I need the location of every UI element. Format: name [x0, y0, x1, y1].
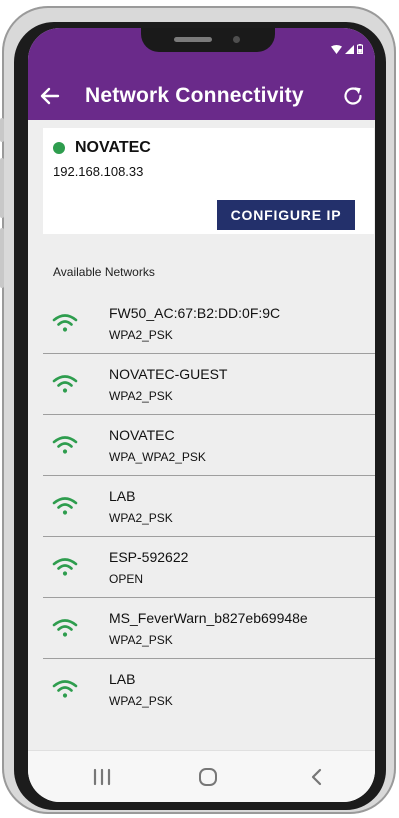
network-list: FW50_AC:67:B2:DD:0F:9C WPA2_PSK NOVATEC-…	[43, 293, 375, 719]
refresh-icon	[344, 87, 362, 105]
network-item[interactable]: FW50_AC:67:B2:DD:0F:9C WPA2_PSK	[43, 293, 375, 354]
network-security: WPA2_PSK	[109, 694, 173, 708]
wifi-icon	[52, 375, 78, 393]
home-icon	[199, 768, 217, 786]
network-item[interactable]: NOVATEC WPA_WPA2_PSK	[43, 415, 375, 476]
wifi-icon	[52, 314, 78, 332]
home-button[interactable]	[197, 766, 219, 788]
wifi-icon	[52, 619, 78, 637]
nav-back-button[interactable]	[306, 766, 328, 788]
recents-button[interactable]	[91, 766, 113, 788]
refresh-button[interactable]	[341, 84, 365, 108]
network-ssid: NOVATEC	[109, 427, 175, 443]
network-ssid: LAB	[109, 671, 136, 687]
network-item[interactable]: MS_FeverWarn_b827eb69948e WPA2_PSK	[43, 598, 375, 659]
network-item[interactable]: LAB WPA2_PSK	[43, 476, 375, 537]
system-nav-bar	[28, 750, 375, 802]
signal-icon	[345, 44, 354, 54]
network-security: WPA2_PSK	[109, 511, 173, 525]
network-security: WPA2_PSK	[109, 328, 173, 342]
status-icons	[331, 44, 363, 54]
wifi-status-icon	[331, 44, 342, 54]
recents-icon	[93, 768, 111, 786]
connected-status-dot	[53, 142, 65, 154]
app-bar: Network Connectivity	[28, 72, 375, 120]
notch	[141, 28, 275, 52]
status-bar	[28, 28, 375, 72]
network-item[interactable]: ESP-592622 OPEN	[43, 537, 375, 598]
network-item[interactable]: NOVATEC-GUEST WPA2_PSK	[43, 354, 375, 415]
battery-icon	[357, 44, 363, 54]
wifi-icon	[52, 680, 78, 698]
camera	[233, 36, 240, 43]
screen: Network Connectivity NOVATEC 192.168.108…	[28, 28, 375, 802]
configure-ip-button[interactable]: CONFIGURE IP	[217, 200, 355, 230]
network-security: WPA_WPA2_PSK	[109, 450, 206, 464]
network-security: WPA2_PSK	[109, 633, 173, 647]
network-security: OPEN	[109, 572, 144, 586]
back-button[interactable]	[38, 84, 62, 108]
page-title: Network Connectivity	[85, 84, 304, 107]
connected-network-card: NOVATEC 192.168.108.33 CONFIGURE IP	[43, 128, 374, 234]
wifi-icon	[52, 558, 78, 576]
connected-ip: 192.168.108.33	[53, 164, 144, 179]
network-security: WPA2_PSK	[109, 389, 173, 403]
arrow-left-icon	[40, 87, 60, 105]
network-ssid: FW50_AC:67:B2:DD:0F:9C	[109, 305, 281, 321]
network-ssid: ESP-592622	[109, 549, 189, 565]
network-ssid: NOVATEC-GUEST	[109, 366, 228, 382]
volume-down-button	[0, 228, 4, 288]
wifi-icon	[52, 497, 78, 515]
wifi-icon	[52, 436, 78, 454]
network-ssid: LAB	[109, 488, 136, 504]
network-ssid: MS_FeverWarn_b827eb69948e	[109, 610, 308, 626]
available-networks-label: Available Networks	[53, 265, 155, 279]
side-button	[0, 118, 4, 142]
volume-up-button	[0, 158, 4, 218]
network-item[interactable]: LAB WPA2_PSK	[43, 659, 375, 719]
speaker	[174, 37, 212, 42]
connected-ssid: NOVATEC	[75, 139, 151, 156]
back-icon	[311, 768, 322, 786]
